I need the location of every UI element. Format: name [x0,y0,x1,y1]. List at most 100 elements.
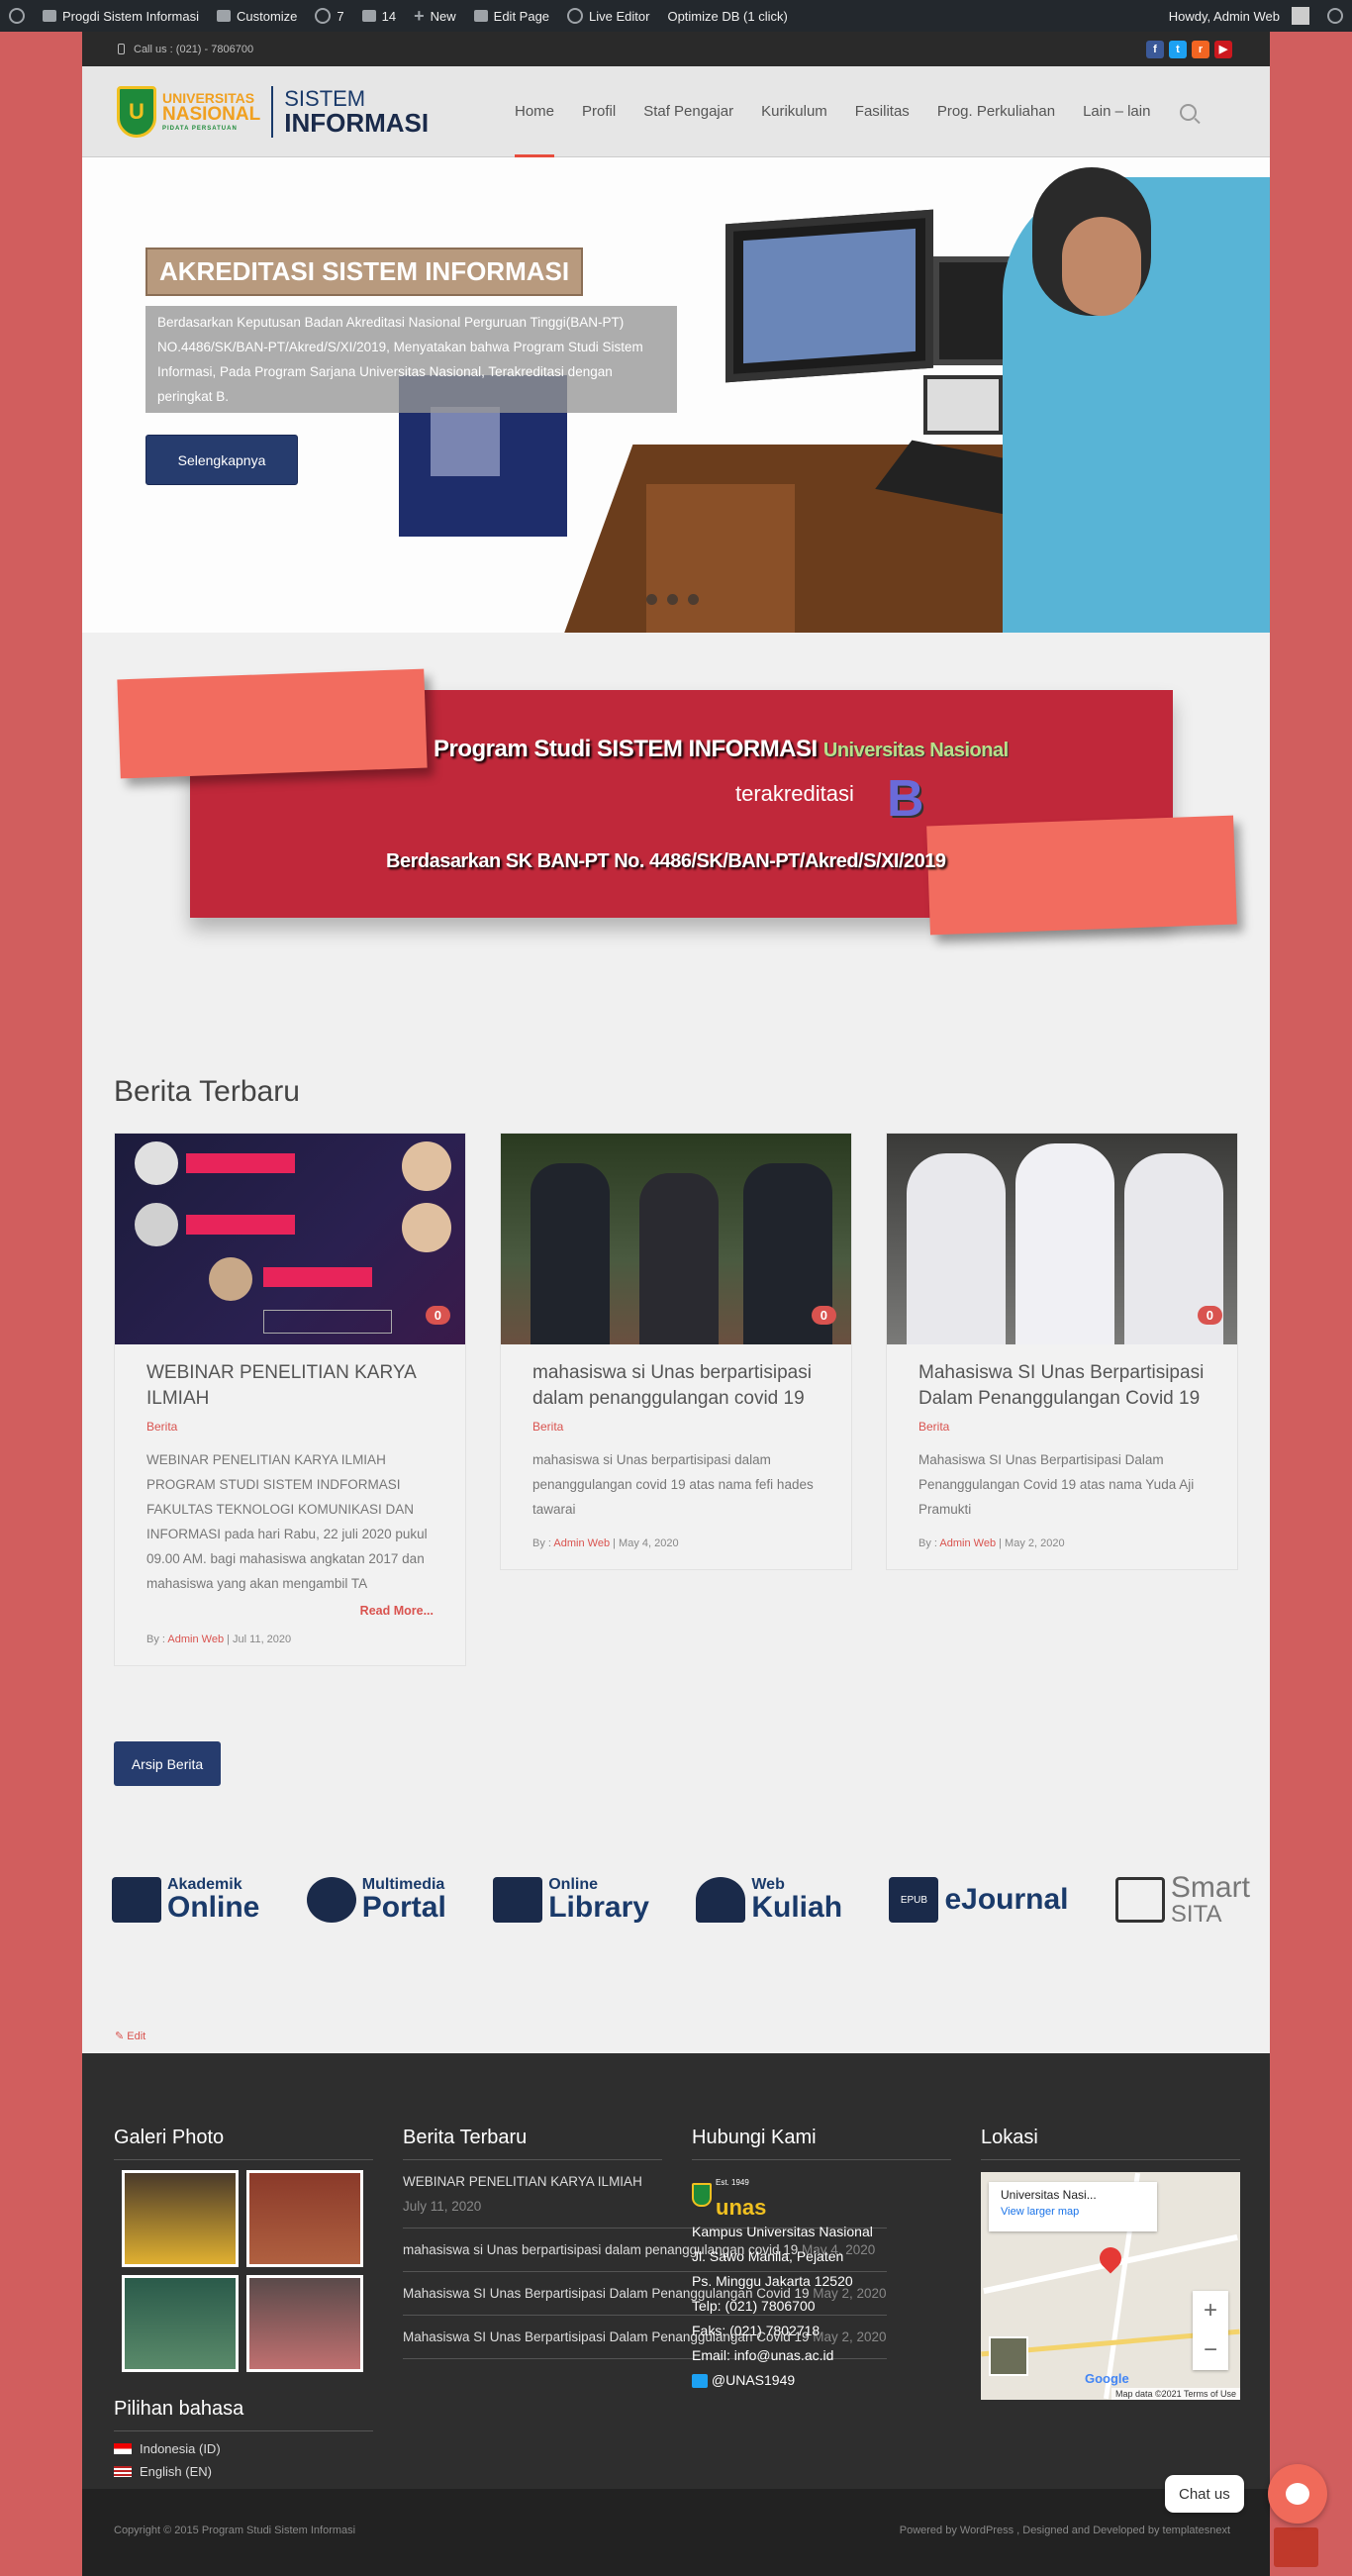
nav-profil[interactable]: Profil [568,66,629,157]
contact-info: Est. 1949 unas Kampus Universitas Nasiona… [692,2170,951,2393]
author-link[interactable]: Admin Web [167,1634,224,1645]
nav-home[interactable]: Home [501,66,568,157]
lang-indonesia[interactable]: Indonesia (ID) [114,2441,373,2456]
zoom-out-button[interactable]: − [1204,2336,1217,2364]
lang-english[interactable]: English (EN) [114,2464,373,2479]
optimize-db-menu[interactable]: Optimize DB (1 click) [658,0,796,32]
twitter-icon[interactable]: t [1169,40,1187,58]
gallery-photo[interactable] [246,2170,363,2267]
nav-fasilitas[interactable]: Fasilitas [841,66,923,157]
archive-button[interactable]: Arsip Berita [114,1741,221,1786]
news-card-title[interactable]: WEBINAR PENELITIAN KARYA ILMIAH [146,1360,434,1412]
pencil-icon [473,10,488,22]
link-ejournal[interactable]: EPUB eJournal [889,1877,1069,1923]
news-card-body: mahasiswa si Unas berpartisipasi dalam p… [501,1344,851,1569]
link-smart-sita[interactable]: Smart SITA [1114,1873,1250,1927]
author-link[interactable]: Admin Web [553,1537,610,1549]
speaker-photo [135,1141,178,1185]
graduation-cap-icon [696,1877,746,1923]
updates-icon [315,8,332,24]
rss-icon[interactable]: r [1192,40,1209,58]
news-card-excerpt: mahasiswa si Unas berpartisipasi dalam p… [532,1452,814,1517]
author-link[interactable]: Admin Web [939,1537,996,1549]
news-card-image[interactable] [501,1134,851,1344]
news-card-title[interactable]: Mahasiswa SI Unas Berpartisipasi Dalam P… [918,1360,1206,1412]
news-card-category[interactable]: Berita [918,1420,1206,1434]
dashboard-icon [43,10,56,22]
slider-dot-2[interactable] [667,594,678,605]
news-card-category[interactable]: Berita [146,1420,434,1434]
wordpress-icon [9,8,25,24]
news-card-category[interactable]: Berita [532,1420,820,1434]
optimize-db-label: Optimize DB (1 click) [667,8,788,24]
logo-univ-line1: UNIVERSITAS [162,90,255,106]
news-card-image[interactable] [887,1134,1237,1344]
link-multimedia-portal[interactable]: Multimedia Portal [306,1877,446,1923]
chat-button[interactable] [1268,2464,1327,2524]
live-editor-menu[interactable]: Live Editor [558,0,658,32]
news-cards: 0 WEBINAR PENELITIAN KARYA ILMIAH Berita… [114,1133,1238,1666]
admin-search[interactable] [1318,0,1352,32]
news-card-image[interactable] [115,1134,465,1344]
wordpress-logo-menu[interactable] [0,0,34,32]
comments-menu[interactable]: 14 [353,0,405,32]
hero-more-button[interactable]: Selengkapnya [145,435,298,485]
person-figure [531,1163,610,1344]
nav-lain-lain[interactable]: Lain – lain [1069,66,1164,157]
gallery-photo[interactable] [122,2170,239,2267]
read-more-link[interactable]: Read More... [146,1604,434,1618]
lang-en-label: English (EN) [140,2464,212,2479]
satellite-toggle[interactable] [989,2336,1028,2376]
meta-by: By : [918,1537,940,1549]
youtube-icon[interactable]: ▶ [1214,40,1232,58]
meta-by: By : [532,1537,554,1549]
site-name-label: Progdi Sistem Informasi [62,8,199,24]
facebook-icon[interactable]: f [1146,40,1164,58]
link-big-label: Online [167,1891,260,1924]
scroll-to-top-button[interactable] [1274,2527,1318,2567]
email-line[interactable]: Email: info@unas.ac.id [692,2343,951,2368]
gallery-photo[interactable] [246,2275,363,2372]
nav-prog-perkuliahan[interactable]: Prog. Perkuliahan [923,66,1069,157]
link-web-kuliah[interactable]: Web Kuliah [696,1877,842,1923]
edit-link[interactable]: ✎ Edit [115,2030,145,2042]
site-name-menu[interactable]: Progdi Sistem Informasi [34,0,208,32]
twitter-label: @UNAS1949 [711,2372,796,2388]
customize-menu[interactable]: Customize [208,0,306,32]
new-content-menu[interactable]: + New [405,0,465,32]
map-zoom-controls: + − [1193,2291,1228,2370]
edit-page-menu[interactable]: Edit Page [465,0,558,32]
search-icon[interactable] [1180,103,1198,121]
gallery-grid [122,2170,373,2372]
news-card-title[interactable]: mahasiswa si Unas berpartisipasi dalam p… [532,1360,820,1412]
copyright-text: Copyright © 2015 Program Studi Sistem In… [114,2525,356,2536]
link-online-library[interactable]: Online Library [493,1877,649,1923]
slider-dot-3[interactable] [688,594,699,605]
view-larger-map-link[interactable]: View larger map [1001,2206,1145,2218]
nav-staf-pengajar[interactable]: Staf Pengajar [629,66,747,157]
twitter-handle[interactable]: @UNAS1949 [692,2368,951,2393]
phone-line: Telp: (021) 7806700 [692,2298,816,2314]
news-section: Berita Terbaru [114,1075,300,1109]
gallery-photo[interactable] [122,2275,239,2372]
comment-count-badge[interactable]: 0 [1197,1306,1222,1325]
banner-accredited: terakreditasi [735,781,854,806]
news-card-meta: By : Admin Web | May 2, 2020 [918,1537,1206,1549]
my-account-menu[interactable]: Howdy, Admin Web [1160,0,1318,32]
call-us-text: Call us : (021) - 7806700 [134,43,254,55]
updates-menu[interactable]: 7 [306,0,352,32]
site-logo[interactable]: U UNIVERSITAS NASIONAL PIDATA PERSATUAN … [117,85,429,138]
page-wrapper: Call us : (021) - 7806700 f t r ▶ U UNIV… [82,32,1270,2576]
link-akademik-online[interactable]: Akademik Online [112,1877,259,1923]
google-map[interactable]: Universitas Nasi... View larger map + − Go… [981,2172,1240,2400]
map-place-name: Universitas Nasi... [1001,2188,1097,2202]
nav-kurikulum[interactable]: Kurikulum [747,66,841,157]
chat-label[interactable]: Chat us [1165,2475,1244,2513]
banner-univ: Universitas Nasional [822,740,1009,761]
comment-count-badge[interactable]: 0 [425,1306,450,1325]
comment-count-badge[interactable]: 0 [811,1306,836,1325]
unas-wordmark: unas [716,2195,767,2220]
zoom-in-button[interactable]: + [1204,2297,1217,2325]
slider-dot-1[interactable] [646,594,657,605]
edit-page-label: Edit Page [493,8,550,24]
